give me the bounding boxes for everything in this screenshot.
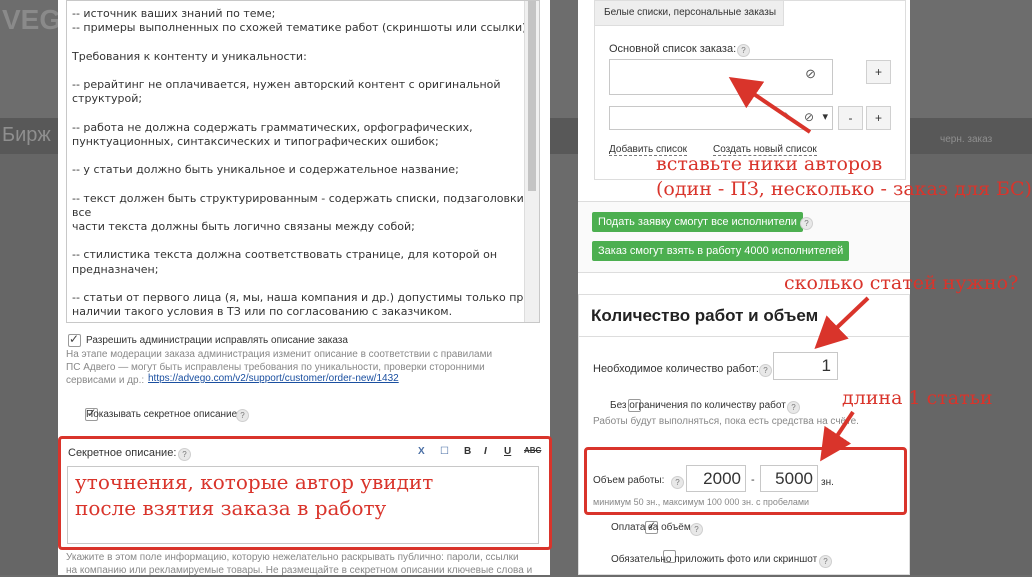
description-line: -- текст должен быть структурированным -… bbox=[72, 191, 528, 219]
secret-annotation-line2: после взятия заказа в работу bbox=[75, 496, 387, 520]
edit-icon[interactable]: ✎ bbox=[782, 110, 792, 124]
volume-help-icon[interactable]: ? bbox=[671, 476, 684, 489]
cut-icon[interactable]: X bbox=[418, 446, 425, 457]
secret-label: Секретное описание: bbox=[68, 447, 177, 459]
allow-admin-label: Разрешить администрации исправлять описа… bbox=[86, 335, 348, 346]
description-line: структурой; bbox=[72, 92, 143, 106]
volume-note: минимум 50 зн., максимум 100 000 зн. с п… bbox=[593, 497, 810, 507]
description-line: -- рерайтинг не оплачивается, нужен авто… bbox=[72, 78, 501, 92]
underline-icon[interactable]: U bbox=[504, 446, 511, 457]
volume-max-input[interactable]: 5000 bbox=[760, 465, 818, 492]
allow-admin-checkbox[interactable] bbox=[68, 332, 81, 347]
secret-note: Укажите в этом поле информацию, которую … bbox=[66, 551, 546, 577]
whitelist-annotation-line1: вставьте ники авторов bbox=[656, 153, 883, 175]
description-line: предназначен; bbox=[72, 262, 159, 276]
description-line: -- у статьи должно быть уникальное и сод… bbox=[72, 163, 459, 177]
strike-icon[interactable]: ABC bbox=[524, 446, 541, 455]
description-line: -- статьи от первого лица (я, мы, наша к… bbox=[72, 291, 531, 305]
whitelist-secondary-select[interactable]: ✎ ⊘ ▾ bbox=[609, 106, 833, 130]
volume-min-input[interactable]: 2000 bbox=[686, 465, 746, 492]
description-line: пунктуационных, синтаксических и типогра… bbox=[72, 134, 439, 148]
description-line: -- bbox=[72, 319, 539, 322]
whitelist-plus-button[interactable]: + bbox=[866, 106, 891, 130]
count-annotation: сколько статей нужно? bbox=[784, 272, 1019, 294]
show-secret-help-icon[interactable]: ? bbox=[236, 409, 249, 422]
secret-note-line: Укажите в этом поле информацию, которую … bbox=[66, 552, 519, 563]
volume-dash: - bbox=[751, 474, 755, 486]
attach-photo-help-icon[interactable]: ? bbox=[819, 555, 832, 568]
whitelist-add-button[interactable]: + bbox=[866, 60, 891, 84]
html-icon[interactable]: ☐ bbox=[440, 446, 449, 457]
whitelist-annotation-line2: (один - ПЗ, несколько - заказ для БС) bbox=[656, 178, 1032, 200]
background-section-title: Бирж bbox=[2, 124, 51, 146]
description-line bbox=[72, 177, 539, 191]
background-right-column bbox=[910, 154, 1032, 575]
description-scrollbar[interactable] bbox=[524, 1, 539, 322]
allow-admin-note-line: На этапе модерации заказа администрация … bbox=[66, 349, 493, 360]
whitelist-help-icon[interactable]: ? bbox=[737, 44, 750, 57]
show-secret-label: Показывать секретное описание bbox=[86, 409, 238, 420]
needed-count-input[interactable]: 1 bbox=[773, 352, 838, 380]
description-line: -- стилистика текста должна соответствов… bbox=[72, 248, 498, 262]
background-header-link: черн. заказ bbox=[940, 134, 993, 145]
unlimited-label: Без ограничения по количеству работ bbox=[610, 400, 786, 411]
length-annotation: длина 1 статьи bbox=[842, 387, 993, 409]
quantity-title: Количество работ и объем bbox=[591, 306, 819, 325]
apply-all-help-icon[interactable]: ? bbox=[800, 217, 813, 230]
description-line: наличии такого условия в ТЗ или по согла… bbox=[72, 305, 453, 319]
whitelist-minus-button[interactable]: - bbox=[838, 106, 863, 130]
needed-count-label: Необходимое количество работ: bbox=[593, 363, 759, 375]
description-line bbox=[72, 106, 539, 120]
description-line: Требования к контенту и уникальности: bbox=[72, 49, 307, 63]
background-logo: VEG bbox=[2, 4, 62, 35]
attach-photo-label: Обязательно приложить фото или скриншот bbox=[611, 554, 818, 565]
apply-all-button[interactable]: Подать заявку смогут все исполнители bbox=[592, 212, 803, 232]
description-line: -- примеры выполненных по схожей тематик… bbox=[72, 21, 530, 35]
description-line: части текста должны быть логично связаны… bbox=[72, 220, 415, 234]
allow-admin-link[interactable]: https://advego.com/v2/support/customer/o… bbox=[148, 373, 399, 384]
chevron-down-icon[interactable]: ▾ bbox=[822, 110, 828, 123]
unlimited-note: Работы будут выполняться, пока есть сред… bbox=[593, 416, 859, 427]
whitelist-tab[interactable]: Белые списки, персональные заказы bbox=[594, 0, 784, 26]
description-textarea[interactable]: -- источник ваших знаний по теме; -- прим… bbox=[66, 0, 540, 323]
pay-volume-label: Оплата за объём bbox=[611, 522, 691, 533]
description-line bbox=[72, 35, 539, 49]
needed-count-help-icon[interactable]: ? bbox=[759, 364, 772, 377]
pay-volume-help-icon[interactable]: ? bbox=[690, 523, 703, 536]
description-line bbox=[72, 64, 539, 78]
check-circle-icon: ⊘ bbox=[805, 66, 816, 81]
unlimited-help-icon[interactable]: ? bbox=[787, 401, 800, 414]
volume-unit: зн. bbox=[821, 477, 834, 488]
background-left-column bbox=[0, 154, 58, 575]
description-line bbox=[72, 149, 539, 163]
check-circle-icon: ⊘ bbox=[803, 110, 814, 124]
secret-note-line: на компанию или рекламируемые товары. Не… bbox=[66, 565, 533, 576]
description-line: -- работа не должна содержать грамматиче… bbox=[72, 120, 473, 134]
whitelist-main-input[interactable]: ⊘ bbox=[609, 59, 833, 95]
whitelist-main-label: Основной список заказа: bbox=[609, 43, 737, 55]
secret-help-icon[interactable]: ? bbox=[178, 448, 191, 461]
description-line bbox=[72, 277, 539, 291]
secret-annotation-line1: уточнения, которые автор увидит bbox=[75, 470, 434, 494]
description-line bbox=[72, 234, 539, 248]
italic-icon[interactable]: I bbox=[484, 446, 487, 457]
description-line: -- источник ваших знаний по теме; bbox=[72, 7, 276, 20]
description-text: -- источник ваших знаний по теме; -- прим… bbox=[72, 7, 539, 322]
volume-label: Объем работы: bbox=[593, 475, 665, 486]
quantity-divider bbox=[578, 336, 910, 337]
bold-icon[interactable]: B bbox=[464, 446, 471, 457]
take-4000-button[interactable]: Заказ смогут взять в работу 4000 исполни… bbox=[592, 241, 850, 261]
